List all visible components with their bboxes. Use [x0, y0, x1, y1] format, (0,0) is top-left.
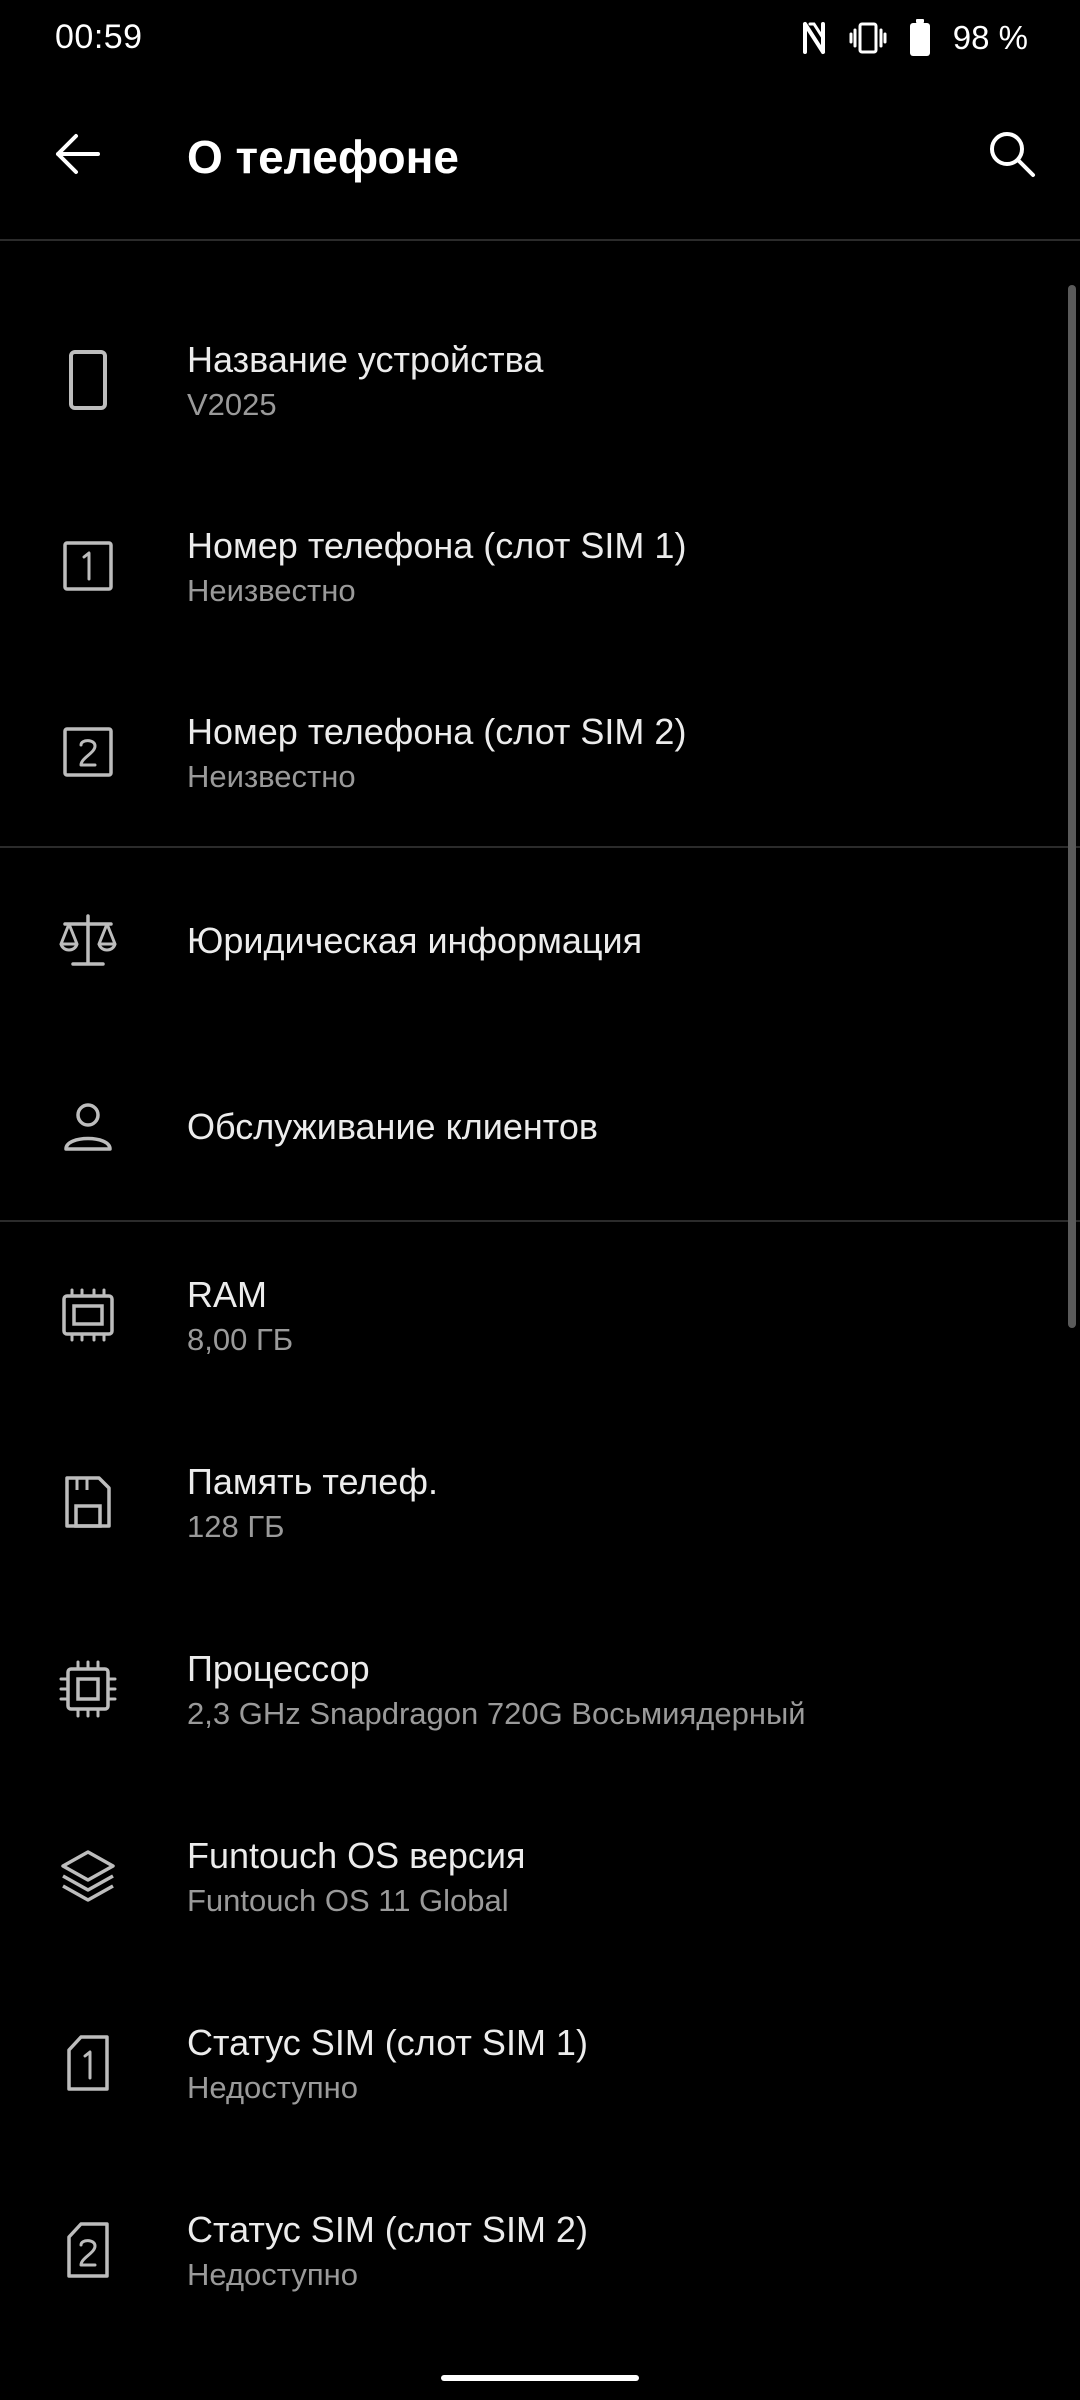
list-item-processor[interactable]: Процессор 2,3 GHz Snapdragon 720G Восьми… [0, 1596, 1062, 1782]
list-item-ram[interactable]: RAM 8,00 ГБ [0, 1222, 1062, 1408]
list-item-legal-info[interactable]: Юридическая информация [0, 848, 1062, 1034]
item-subtitle: 2,3 GHz Snapdragon 720G Восьмиядерный [187, 1696, 806, 1731]
sim-slot-1-icon [52, 530, 124, 602]
arrow-left-icon [54, 132, 102, 181]
item-subtitle: 128 ГБ [187, 1509, 285, 1544]
app-bar-divider [0, 239, 1080, 241]
back-button[interactable] [40, 118, 116, 194]
list-item-phone-number-sim2[interactable]: Номер телефона (слот SIM 2) Неизвестно [0, 659, 1062, 845]
item-subtitle: V2025 [187, 387, 277, 422]
list-item-customer-service[interactable]: Обслуживание клиентов [0, 1034, 1062, 1220]
list-item-sim-status-2[interactable]: Статус SIM (слот SIM 2) Недоступно [0, 2157, 1062, 2343]
item-title: Обслуживание клиентов [187, 1106, 598, 1147]
battery-icon [909, 19, 931, 57]
status-indicators: 98 % [801, 16, 1028, 60]
item-title: Название устройства [187, 339, 544, 380]
list-item-device-name[interactable]: Название устройства V2025 [0, 287, 1062, 473]
memory-chip-icon [52, 1279, 124, 1351]
status-bar: 00:59 98 % [0, 0, 1080, 80]
list-item-os-version[interactable]: Funtouch OS версия Funtouch OS 11 Global [0, 1783, 1062, 1969]
person-icon [52, 1091, 124, 1163]
vibrate-icon [849, 21, 887, 55]
item-title: Статус SIM (слот SIM 2) [187, 2209, 588, 2250]
sim-slot-2-icon [52, 716, 124, 788]
item-subtitle: Funtouch OS 11 Global [187, 1883, 509, 1918]
processor-icon [52, 1653, 124, 1725]
item-title: Номер телефона (слот SIM 1) [187, 525, 687, 566]
item-subtitle: Недоступно [187, 2070, 358, 2105]
sim-card-1-icon [52, 2027, 124, 2099]
list-item-sim-status-1[interactable]: Статус SIM (слот SIM 1) Недоступно [0, 1970, 1062, 2156]
item-subtitle: Недоступно [187, 2257, 358, 2292]
item-subtitle: Неизвестно [187, 573, 356, 608]
item-title: Юридическая информация [187, 920, 643, 961]
item-title: Процессор [187, 1648, 370, 1689]
scales-icon [52, 905, 124, 977]
scrollbar[interactable] [1068, 285, 1076, 1328]
item-title: Статус SIM (слот SIM 1) [187, 2022, 588, 2063]
storage-icon [52, 1466, 124, 1538]
item-title: RAM [187, 1274, 267, 1315]
item-title: Funtouch OS версия [187, 1835, 526, 1876]
item-subtitle: Неизвестно [187, 759, 356, 794]
search-icon [987, 129, 1037, 184]
item-subtitle: 8,00 ГБ [187, 1322, 294, 1357]
page-title: О телефоне [187, 131, 459, 183]
phone-icon [52, 344, 124, 416]
sim-card-2-icon [52, 2214, 124, 2286]
status-time: 00:59 [55, 18, 143, 56]
item-title: Номер телефона (слот SIM 2) [187, 711, 687, 752]
battery-percent: 98 % [952, 19, 1028, 56]
list-item-phone-number-sim1[interactable]: Номер телефона (слот SIM 1) Неизвестно [0, 473, 1062, 659]
item-title: Память телеф. [187, 1461, 438, 1502]
nfc-icon [801, 20, 827, 56]
layers-icon [52, 1840, 124, 1912]
list-item-storage[interactable]: Память телеф. 128 ГБ [0, 1409, 1062, 1595]
home-indicator[interactable] [441, 2375, 639, 2381]
search-button[interactable] [974, 118, 1050, 194]
app-bar: О телефоне [0, 80, 1080, 240]
